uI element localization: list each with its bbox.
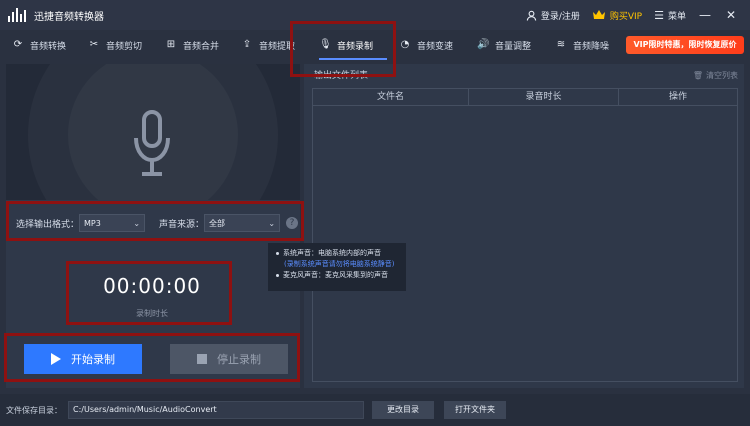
waveform-icon: ≋ [556, 39, 566, 50]
open-folder-button[interactable]: 打开文件夹 [444, 401, 506, 419]
tab-label: 音量调整 [495, 41, 532, 52]
highlight-frame-format-row [6, 201, 304, 241]
mic-visual [6, 64, 300, 200]
tab-noise-reduce[interactable]: ≋ 音频降噪 [543, 30, 623, 60]
tab-audio-cut[interactable]: ✂ 音频剪切 [76, 30, 153, 60]
login-button[interactable]: 登录/注册 [526, 9, 580, 22]
save-path-label: 文件保存目录： [6, 405, 62, 415]
menu-label: 菜单 [667, 11, 686, 22]
column-header-actions: 操作 [668, 92, 687, 102]
app-title: 迅捷音频转换器 [34, 11, 104, 23]
user-icon [526, 10, 536, 21]
merge-icon: ⊞ [166, 39, 176, 50]
tooltip-line-mic: 麦克风声音：麦克风采集到的声音 [283, 271, 388, 279]
app-logo-icon [8, 8, 28, 22]
tab-label: 音频转换 [30, 41, 67, 52]
tab-audio-merge[interactable]: ⊞ 音频合并 [153, 30, 229, 60]
tab-label: 音频合并 [183, 41, 220, 52]
vip-crown-icon [592, 10, 605, 19]
hamburger-icon: ☰ [654, 8, 664, 22]
volume-icon: 🔊 [477, 39, 490, 50]
tooltip-line-note: (录制系统声音请勿将电脑系统静音) [284, 260, 395, 268]
refresh-icon: ⟳ [13, 39, 23, 50]
tab-audio-convert[interactable]: ⟳ 音频转换 [0, 30, 76, 60]
column-header-duration: 录音时长 [469, 89, 619, 105]
tab-audio-speed[interactable]: ◔ 音频变速 [387, 30, 465, 60]
speed-icon: ◔ [400, 39, 410, 50]
tooltip-line-system: 系统声音：电脑系统内部的声音 [283, 249, 381, 257]
login-label: 登录/注册 [540, 11, 580, 22]
menu-button[interactable]: ☰ 菜单 [654, 9, 686, 22]
output-list-panel: 输出文件列表 🗑 清空列表 文件名 录音时长 操作 [304, 64, 744, 388]
save-path-field[interactable]: C:/Users/admin/Music/AudioConvert [68, 401, 364, 419]
source-help-tooltip: 系统声音：电脑系统内部的声音 (录制系统声音请勿将电脑系统静音) 麦克风声音：麦… [268, 243, 406, 291]
upload-icon: ⇪ [242, 39, 252, 50]
vip-label: 购买VIP [609, 11, 643, 22]
scissors-icon: ✂ [89, 39, 99, 50]
minimize-button[interactable]: — [698, 8, 712, 22]
tab-volume-adjust[interactable]: 🔊 音量调整 [465, 30, 543, 60]
clear-list-button[interactable]: 🗑 清空列表 [693, 70, 738, 81]
tab-label: 音频降噪 [573, 41, 610, 52]
column-header-filename: 文件名 [313, 89, 469, 105]
table-header: 文件名 录音时长 操作 [312, 88, 738, 106]
close-button[interactable]: ✕ [724, 8, 738, 22]
highlight-frame-timer [66, 261, 232, 325]
highlight-frame-record-tab [290, 21, 396, 77]
trash-icon: 🗑 [692, 71, 703, 80]
vip-promo-banner[interactable]: VIP限时特惠，限时恢复原价 [626, 36, 744, 54]
clear-label: 清空列表 [706, 71, 738, 80]
buy-vip-button[interactable]: 购买VIP [592, 9, 642, 22]
bottom-bar: 文件保存目录： C:/Users/admin/Music/AudioConver… [0, 394, 750, 426]
microphone-icon [134, 110, 170, 176]
tab-label: 音频变速 [417, 41, 454, 52]
tab-label: 音频剪切 [106, 41, 143, 52]
highlight-frame-controls [4, 333, 300, 382]
change-dir-button[interactable]: 更改目录 [372, 401, 434, 419]
